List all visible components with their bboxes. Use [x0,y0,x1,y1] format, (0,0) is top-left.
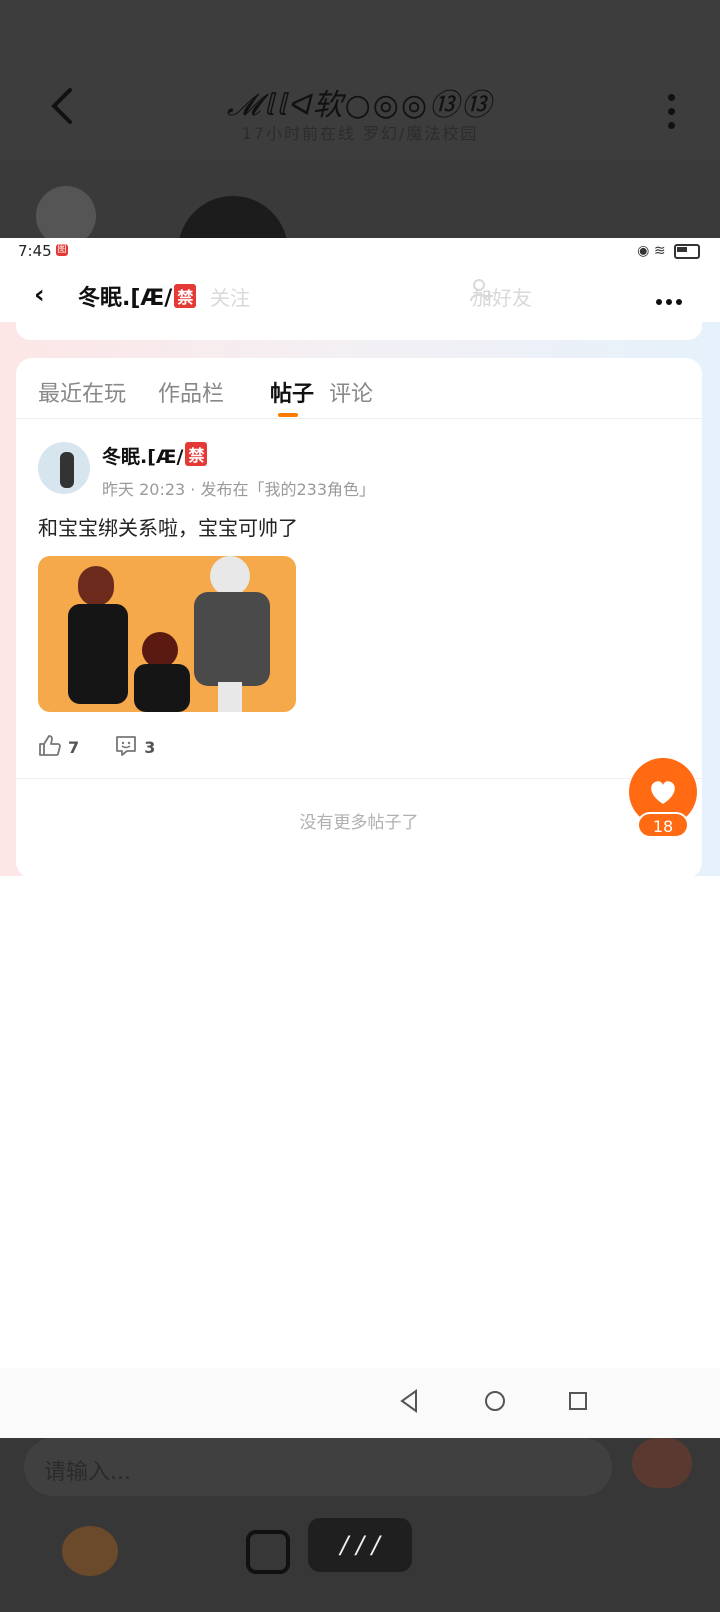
background-strip [0,160,720,238]
background-input-placeholder: 请输入... [44,1460,131,1485]
ban-badge: 禁 [174,284,197,308]
post-time: 昨天 20:23 [102,480,186,499]
post-actions: 7 3 [38,734,185,758]
post-location[interactable]: 发布在「我的233角色」 [200,480,375,499]
tab-bar: 最近在玩 作品栏 帖子 评论 [16,358,702,419]
post-meta-separator: · [190,480,196,499]
background-subtitle: 17小时前在线 罗幻/魔法校园 [241,124,479,143]
nav-home-circle-icon[interactable] [482,1388,508,1414]
figure-body [68,604,128,704]
profile-screenshot: 7:45 图 ◉ ≋ ‹ 冬眠.[Æ/禁 关注 加好友 最近在玩 作品栏 帖子 … [0,238,720,1438]
post-ban-badge: 禁 [185,442,208,466]
tab-comments[interactable]: 评论 [329,376,373,408]
background-send-button[interactable] [632,1438,692,1488]
add-friend-button[interactable]: 加好友 [472,282,532,311]
post-body[interactable]: 和宝宝绑关系啦，宝宝可帅了 [38,512,298,541]
tab-posts[interactable]: 帖子 [270,376,314,408]
post-image[interactable] [38,556,296,712]
comment-button[interactable]: 3 [114,734,155,758]
back-icon[interactable]: ‹ [34,280,45,310]
divider [16,778,702,779]
figure-head [78,566,114,606]
background-title: 𝓜𝕝𝕝ᐊ软○◎◎⑬⑬ [226,88,494,123]
fab-count-badge: 18 [637,812,689,838]
comment-count: 3 [144,738,156,757]
nav-back-triangle-icon[interactable] [398,1388,420,1414]
status-bar: 7:45 图 ◉ ≋ [0,238,720,266]
posts-card: 最近在玩 作品栏 帖子 评论 冬眠.[Æ/禁 昨天 20:23 · 发布在「我的… [16,358,702,878]
background-mascot-button-icon[interactable] [62,1526,118,1576]
profile-card-edge [16,322,702,340]
eye-icon: ◉ [637,243,650,259]
figure-body [134,664,190,712]
battery-icon [674,243,700,259]
like-count: 7 [68,738,80,757]
post-meta: 昨天 20:23 · 发布在「我的233角色」 [102,476,375,500]
comment-icon [116,736,137,756]
nav-username: 冬眠.[Æ/禁 [78,280,197,312]
system-nav-bar [0,1368,720,1438]
no-more-posts-text: 没有更多帖子了 [299,813,419,833]
background-voice-button[interactable]: / / / [308,1518,412,1572]
tab-recent[interactable]: 最近在玩 [38,376,126,408]
status-icons: ◉ ≋ [637,243,700,259]
top-nav: ‹ 冬眠.[Æ/禁 关注 加好友 [0,266,720,322]
wifi-icon: ≋ [653,243,666,259]
figure-head [210,556,250,596]
post-author[interactable]: 冬眠.[Æ/禁 [102,442,208,469]
post-author-text: 冬眠.[Æ/ [102,446,184,468]
tab-works[interactable]: 作品栏 [158,376,224,408]
more-icon[interactable] [656,290,686,309]
nav-recents-square-icon[interactable] [566,1388,590,1414]
like-button[interactable]: 7 [38,734,79,758]
tab-active-indicator [278,413,298,417]
status-app-badge: 图 [56,244,68,256]
figure-legs [218,682,242,712]
figure-head [142,632,178,668]
background-image-icon[interactable] [246,1530,290,1574]
background-more-icon[interactable] [668,94,678,136]
thumbs-up-icon [39,735,61,756]
status-time: 7:45 [18,242,52,260]
nav-username-text: 冬眠.[Æ/ [78,286,173,311]
figure-body [194,592,270,686]
background-avatar [36,186,96,246]
avatar[interactable] [38,442,90,494]
follow-button[interactable]: 关注 [210,282,250,311]
